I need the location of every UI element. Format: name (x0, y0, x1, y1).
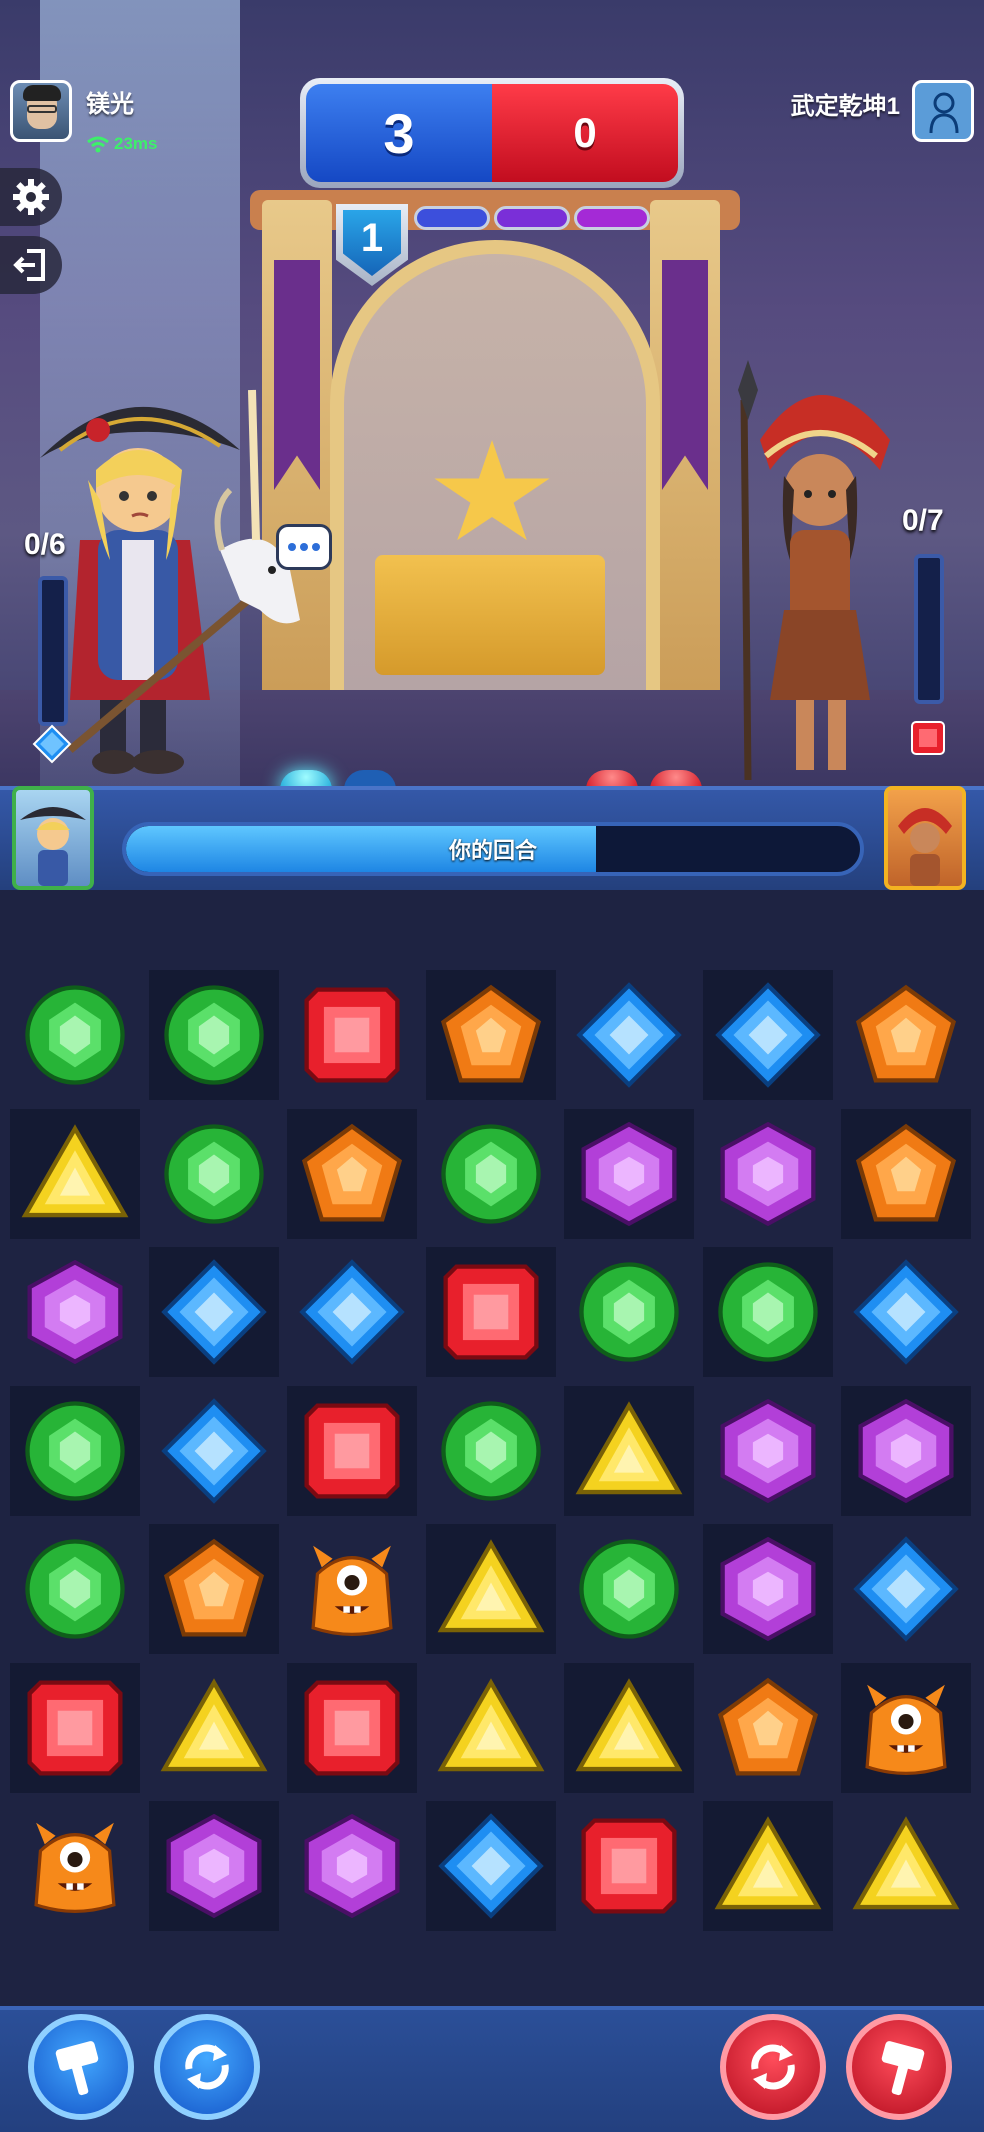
green-round-gem[interactable] (10, 970, 140, 1100)
player-avatar[interactable] (10, 80, 72, 142)
red-square-gem[interactable] (287, 1385, 417, 1516)
yellow-triangle-gem[interactable] (149, 1663, 279, 1793)
green-round-gem[interactable] (10, 1524, 140, 1654)
purple-hexagon-gem[interactable] (841, 1385, 971, 1516)
orange-pentagon-gem[interactable] (287, 1108, 417, 1239)
round-pill-2 (494, 206, 570, 230)
settings-button[interactable] (0, 168, 62, 226)
gear-icon (13, 179, 49, 215)
green-round-gem[interactable] (702, 1247, 833, 1377)
orange-pentagon-gem[interactable] (841, 1108, 971, 1239)
red-square-gem[interactable] (10, 1662, 140, 1793)
turn-progress-bar: 你的回合 (122, 822, 864, 876)
round-number: 1 (343, 210, 401, 276)
orange-monster-icon[interactable] (841, 1662, 971, 1793)
opponent-shuffle-button[interactable] (720, 2014, 826, 2120)
wifi-icon (87, 136, 109, 153)
bottom-toolbar (0, 2006, 984, 2132)
purple-hexagon-gem[interactable] (10, 1247, 140, 1377)
red-square-gem[interactable] (287, 970, 417, 1100)
player-hero-card[interactable] (12, 786, 94, 890)
red-square-icon (911, 721, 945, 755)
blue-diamond-gem[interactable] (287, 1247, 417, 1377)
person-icon (929, 92, 959, 134)
opponent-hammer-button[interactable] (846, 2014, 952, 2120)
purple-hexagon-gem[interactable] (287, 1801, 417, 1931)
opponent-hero-card[interactable] (884, 786, 966, 890)
yellow-triangle-gem[interactable] (564, 1385, 694, 1516)
blue-diamond-gem[interactable] (564, 970, 694, 1100)
trophy-pedestal (375, 555, 605, 675)
purple-hexagon-gem[interactable] (702, 1524, 833, 1654)
green-round-gem[interactable] (564, 1524, 694, 1654)
green-round-gem[interactable] (426, 1109, 556, 1239)
red-square-gem[interactable] (287, 1662, 417, 1793)
blue-diamond-gem[interactable] (702, 970, 833, 1100)
scoreboard: 3 0 (300, 78, 684, 188)
opponent-name: 武定乾坤1 (790, 93, 900, 120)
gem-board (10, 970, 976, 1936)
player-energy-count: 0/6 (24, 528, 66, 561)
player-name: 镁光 (86, 91, 134, 118)
player-score: 3 (306, 84, 492, 182)
orange-pentagon-gem[interactable] (703, 1663, 833, 1793)
yellow-triangle-gem[interactable] (425, 1524, 556, 1654)
purple-hexagon-gem[interactable] (148, 1801, 279, 1931)
green-round-gem[interactable] (149, 1109, 279, 1239)
yellow-triangle-gem[interactable] (841, 1801, 971, 1931)
player-hero-character (40, 389, 300, 774)
blue-diamond-gem[interactable] (148, 1247, 279, 1377)
shuffle-icon (185, 2044, 229, 2090)
purple-hexagon-gem[interactable] (703, 1386, 833, 1516)
purple-hexagon-gem[interactable] (703, 1109, 833, 1239)
temple-pillar-right (650, 200, 720, 720)
chat-bubble-icon[interactable] (276, 524, 332, 570)
green-round-gem[interactable] (426, 1386, 556, 1516)
opponent-energy-count: 0/7 (902, 504, 944, 537)
turn-label: 你的回合 (448, 838, 537, 863)
blue-diamond-icon (32, 724, 72, 764)
yellow-triangle-gem[interactable] (702, 1801, 833, 1931)
orange-pentagon-gem[interactable] (841, 970, 971, 1100)
player-hammer-button[interactable] (28, 2014, 134, 2120)
green-round-gem[interactable] (564, 1247, 694, 1377)
yellow-triangle-gem[interactable] (426, 1663, 556, 1793)
opponent-score: 0 (492, 84, 678, 182)
orange-monster-icon[interactable] (287, 1524, 417, 1654)
purple-hexagon-gem[interactable] (564, 1108, 694, 1239)
blue-diamond-gem[interactable] (841, 1524, 971, 1654)
yellow-triangle-gem[interactable] (10, 1108, 140, 1239)
yellow-triangle-gem[interactable] (564, 1662, 694, 1793)
green-round-gem[interactable] (148, 970, 279, 1100)
orange-monster-icon[interactable] (10, 1801, 140, 1931)
red-square-gem[interactable] (564, 1801, 694, 1931)
shuffle-icon (751, 2044, 795, 2090)
opponent-hero-character (738, 360, 890, 781)
network-ping: 23ms (86, 134, 157, 154)
opponent-avatar[interactable] (912, 80, 974, 142)
exit-icon (13, 249, 45, 281)
hammer-icon (881, 2041, 925, 2096)
red-square-gem[interactable] (425, 1247, 556, 1377)
board-area (0, 890, 984, 2006)
player-energy-tube (38, 576, 68, 726)
blue-diamond-gem[interactable] (425, 1801, 556, 1931)
orange-pentagon-gem[interactable] (148, 1524, 279, 1654)
player-shuffle-button[interactable] (154, 2014, 260, 2120)
hammer-icon (55, 2041, 99, 2096)
round-pill-1 (414, 206, 490, 230)
exit-button[interactable] (0, 236, 62, 294)
opponent-energy-tube (914, 554, 944, 704)
ping-value: 23ms (114, 134, 158, 153)
green-round-gem[interactable] (10, 1385, 140, 1516)
round-pill-3 (574, 206, 650, 230)
orange-pentagon-gem[interactable] (425, 970, 556, 1100)
blue-diamond-gem[interactable] (149, 1386, 279, 1516)
blue-diamond-gem[interactable] (841, 1247, 971, 1377)
